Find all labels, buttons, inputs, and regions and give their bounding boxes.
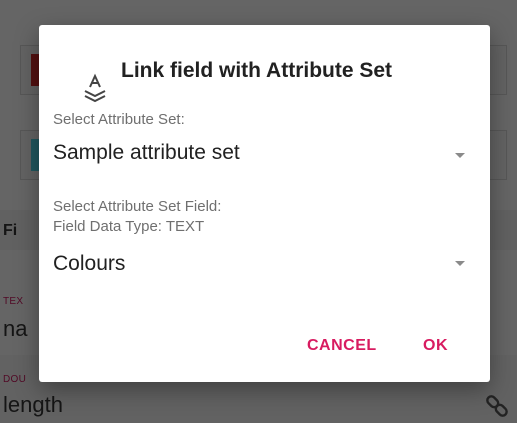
attribute-set-select[interactable]: Sample attribute set — [39, 133, 490, 173]
link-field-dialog: Link field with Attribute Set Select Att… — [39, 25, 490, 382]
attribute-set-icon — [84, 73, 106, 103]
attribute-set-field-select[interactable]: Colours — [39, 242, 490, 282]
cancel-button[interactable]: CANCEL — [307, 337, 377, 355]
dropdown-caret-icon — [455, 153, 465, 158]
attribute-set-field-label: Select Attribute Set Field: — [53, 198, 222, 215]
attribute-set-field-value: Colours — [53, 252, 126, 275]
attribute-set-label: Select Attribute Set: — [53, 111, 185, 128]
dropdown-caret-icon — [455, 261, 465, 266]
field-data-type-label: Field Data Type: TEXT — [53, 218, 205, 235]
ok-button[interactable]: OK — [423, 337, 448, 355]
dialog-title: Link field with Attribute Set — [121, 59, 393, 82]
attribute-set-value: Sample attribute set — [53, 141, 240, 164]
